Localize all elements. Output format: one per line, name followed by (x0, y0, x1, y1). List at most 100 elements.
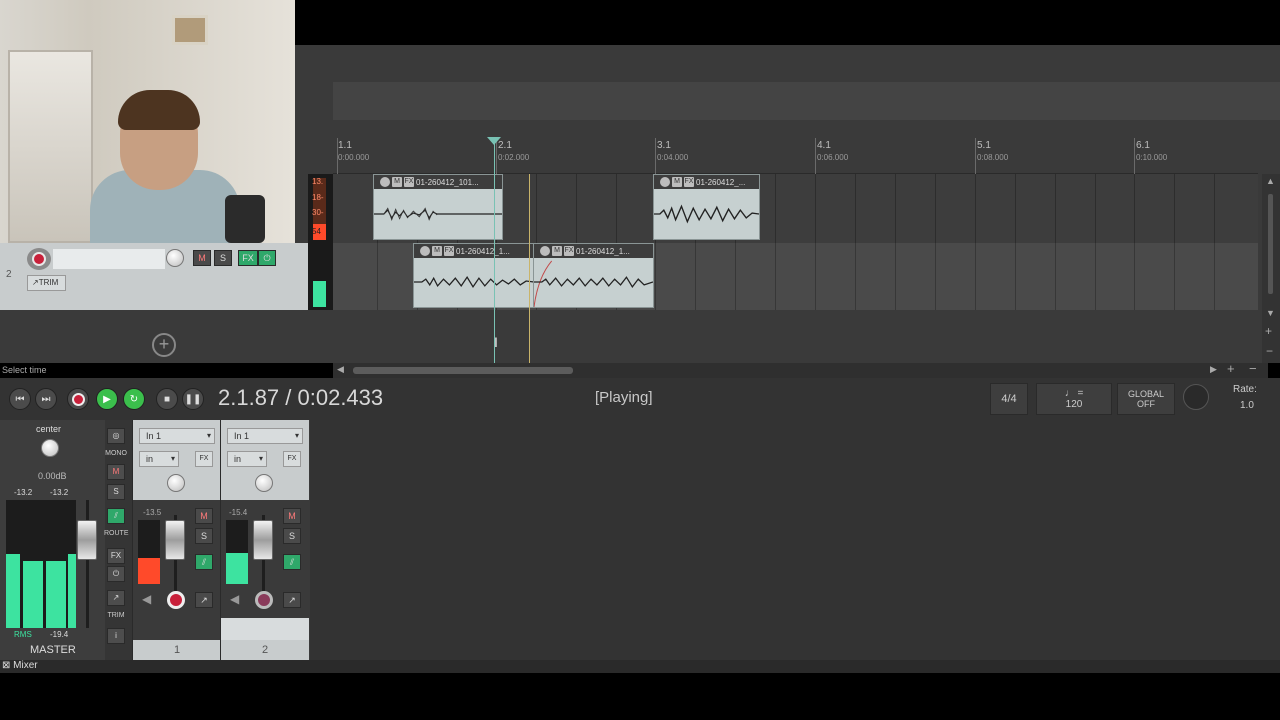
tempo-box[interactable]: ♩ = 120 (1036, 383, 1112, 415)
repeat-button[interactable]: ↻ (123, 388, 145, 410)
master-trim-icon[interactable]: ↗ (107, 590, 125, 606)
speaker-icon[interactable]: ◀ (230, 592, 239, 606)
fx-bypass-icon[interactable]: ⏻ (258, 250, 276, 266)
pan-knob[interactable] (255, 474, 273, 492)
vscroll-thumb[interactable] (1268, 194, 1273, 294)
input-select[interactable]: In 1 ▾ (227, 428, 303, 444)
zoom-in-vertical-icon[interactable]: + (1265, 324, 1272, 338)
pan-knob[interactable] (167, 474, 185, 492)
input-fx-button[interactable]: FX (195, 451, 213, 467)
media-item[interactable]: M FX 01-260412_101... (373, 174, 503, 240)
master-info-button[interactable]: i (107, 628, 125, 644)
master-fader[interactable] (77, 520, 97, 560)
pause-button[interactable]: ❚❚ (182, 388, 204, 410)
media-item[interactable]: M FX 01-260412_1... (413, 243, 535, 308)
item-mute-button[interactable]: M (672, 177, 682, 187)
master-fx-button[interactable]: FX (107, 548, 125, 564)
hscroll-thumb[interactable] (353, 367, 573, 374)
zoom-in-horizontal-icon[interactable]: + (1227, 361, 1235, 376)
item-envelope-icon[interactable] (660, 177, 670, 187)
channel-solo-button[interactable]: S (283, 528, 301, 544)
empty-lane-area[interactable] (333, 310, 1258, 363)
play-button[interactable]: ▶ (96, 388, 118, 410)
item-fx-button[interactable]: FX (444, 246, 454, 256)
record-button[interactable] (67, 388, 89, 410)
master-mono-icon[interactable]: ◎ (107, 428, 125, 444)
track-lane-2[interactable]: M FX 01-260412_1... M FX 01-260412_1... (333, 243, 1258, 310)
ruler-time-label: 0:00.000 (338, 153, 370, 162)
tcp-empty-area[interactable]: + (0, 310, 333, 363)
route-icon[interactable]: ⫽ (283, 554, 301, 570)
master-pan-knob[interactable] (41, 439, 59, 457)
input-select[interactable]: In 1 ▾ (139, 428, 215, 444)
solo-button[interactable]: S (214, 250, 232, 266)
master-volume-value[interactable]: 0.00dB (38, 471, 67, 481)
item-mute-button[interactable]: M (432, 246, 442, 256)
peak-value[interactable]: -13.5 (143, 508, 161, 517)
route-icon[interactable]: ⫽ (195, 554, 213, 570)
channel-number[interactable]: 1 (133, 640, 221, 660)
channel-mute-button[interactable]: M (283, 508, 301, 524)
item-mute-button[interactable]: M (392, 177, 402, 187)
record-arm-button[interactable] (255, 591, 273, 609)
record-arm-button[interactable] (27, 248, 51, 270)
volume-knob[interactable] (166, 249, 184, 267)
track-lane-1[interactable]: M FX 01-260412_101... M FX 01-260412_... (333, 174, 1258, 243)
channel-mute-button[interactable]: M (195, 508, 213, 524)
trim-icon[interactable]: ↗ (283, 592, 301, 608)
rate-value[interactable]: 1.0 (1240, 400, 1254, 411)
item-name: 01-260412_1... (576, 246, 630, 256)
item-mute-button[interactable]: M (552, 246, 562, 256)
time-signature[interactable]: 4/4 (990, 383, 1028, 415)
master-solo-button[interactable]: S (107, 484, 125, 500)
input-fx-button[interactable]: FX (283, 451, 301, 467)
volume-fader[interactable] (253, 520, 273, 560)
volume-fader[interactable] (165, 520, 185, 560)
input-mode-select[interactable]: in ▾ (227, 451, 267, 467)
playrate-knob[interactable] (1183, 384, 1209, 410)
mute-button[interactable]: M (193, 250, 211, 266)
global-automation-button[interactable]: GLOBAL OFF (1117, 383, 1175, 415)
media-item[interactable]: M FX 01-260412_1... (533, 243, 654, 308)
scroll-down-icon[interactable]: ▼ (1266, 308, 1275, 318)
track2-control-panel[interactable]: 2 M S FX ⏻ ↗TRIM (0, 243, 308, 310)
master-peak-right[interactable]: -13.2 (50, 488, 68, 497)
track-name-field[interactable] (53, 249, 165, 269)
media-item[interactable]: M FX 01-260412_... (653, 174, 760, 240)
fx-button[interactable]: FX (238, 250, 258, 266)
add-track-icon[interactable]: + (152, 333, 176, 357)
scroll-up-icon[interactable]: ▲ (1266, 176, 1275, 186)
time-display[interactable]: 2.1.87 / 0:02.433 (218, 385, 383, 411)
close-icon[interactable]: ⊠ (2, 660, 10, 671)
vertical-scrollbar[interactable]: ▲ ▼ + − (1262, 174, 1280, 363)
master-strip: center 0.00dB -13.2 -13.2 RMS -19.4 MAST… (0, 420, 105, 660)
timeline-ruler[interactable]: 1.1 0:00.000 2.1 0:02.000 3.1 0:04.000 4… (333, 138, 1258, 174)
item-envelope-icon[interactable] (540, 246, 550, 256)
go-to-end-button[interactable]: ⏭ (35, 388, 57, 410)
scroll-right-icon[interactable]: ▶ (1210, 364, 1217, 375)
channel-solo-button[interactable]: S (195, 528, 213, 544)
item-fx-button[interactable]: FX (564, 246, 574, 256)
go-to-start-button[interactable]: ⏮ (9, 388, 31, 410)
trim-button[interactable]: ↗TRIM (27, 275, 66, 291)
edit-cursor-marker[interactable] (487, 137, 501, 145)
item-fx-button[interactable]: FX (404, 177, 414, 187)
item-envelope-icon[interactable] (380, 177, 390, 187)
trim-icon[interactable]: ↗ (195, 592, 213, 608)
item-envelope-icon[interactable] (420, 246, 430, 256)
master-mute-button[interactable]: M (107, 464, 125, 480)
input-mode-select[interactable]: in ▾ (139, 451, 179, 467)
stop-button[interactable]: ■ (156, 388, 178, 410)
zoom-out-horizontal-icon[interactable]: − (1249, 361, 1257, 376)
speaker-icon[interactable]: ◀ (142, 592, 151, 606)
zoom-out-vertical-icon[interactable]: − (1266, 344, 1273, 358)
master-fx-bypass-icon[interactable]: ⏻ (107, 566, 125, 582)
master-route-icon[interactable]: ⫽ (107, 508, 125, 524)
item-fx-button[interactable]: FX (684, 177, 694, 187)
scroll-left-icon[interactable]: ◀ (337, 364, 344, 375)
channel-number[interactable]: 2 (221, 640, 309, 660)
record-arm-button[interactable] (167, 591, 185, 609)
peak-value[interactable]: -15.4 (229, 508, 247, 517)
master-peak-left[interactable]: -13.2 (14, 488, 32, 497)
mixer-tab[interactable]: ⊠ Mixer (2, 660, 38, 671)
